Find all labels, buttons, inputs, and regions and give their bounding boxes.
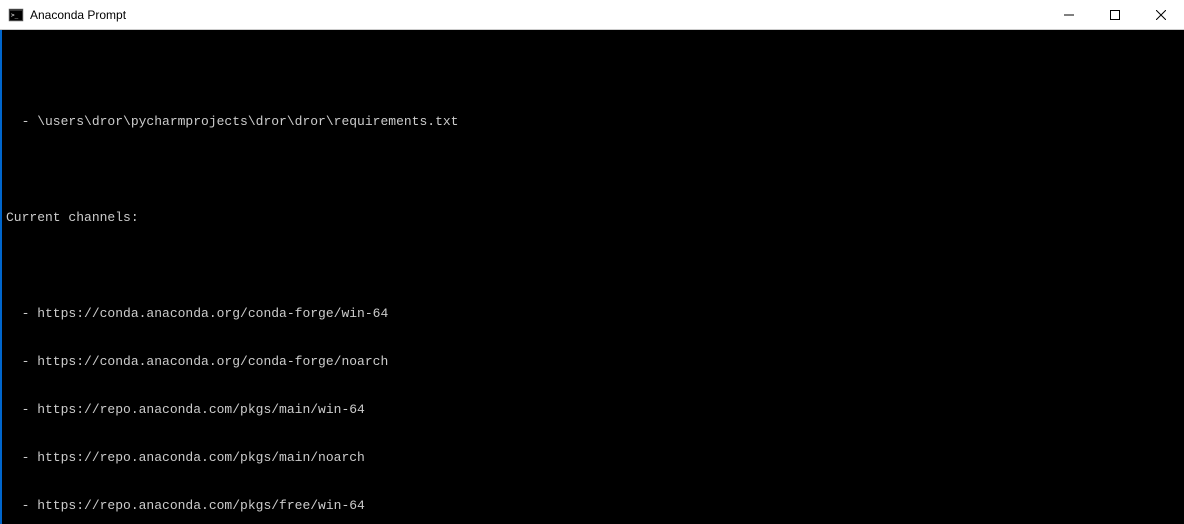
- window-controls: [1046, 0, 1184, 29]
- close-button[interactable]: [1138, 0, 1184, 29]
- app-icon: >_: [8, 7, 24, 23]
- terminal-text: - https://conda.anaconda.org/conda-forge…: [2, 306, 1184, 322]
- terminal-text: - https://conda.anaconda.org/conda-forge…: [2, 354, 1184, 370]
- terminal-text: - https://repo.anaconda.com/pkgs/main/wi…: [2, 402, 1184, 418]
- minimize-button[interactable]: [1046, 0, 1092, 29]
- terminal-text: - \users\dror\pycharmprojects\dror\dror\…: [2, 114, 1184, 130]
- svg-text:>_: >_: [11, 12, 19, 19]
- window-titlebar: >_ Anaconda Prompt: [0, 0, 1184, 30]
- window-title: Anaconda Prompt: [30, 8, 1046, 22]
- terminal-text: Current channels:: [2, 210, 1184, 226]
- terminal-text: - https://repo.anaconda.com/pkgs/main/no…: [2, 450, 1184, 466]
- terminal-output[interactable]: - \users\dror\pycharmprojects\dror\dror\…: [0, 30, 1184, 524]
- terminal-text: - https://repo.anaconda.com/pkgs/free/wi…: [2, 498, 1184, 514]
- maximize-button[interactable]: [1092, 0, 1138, 29]
